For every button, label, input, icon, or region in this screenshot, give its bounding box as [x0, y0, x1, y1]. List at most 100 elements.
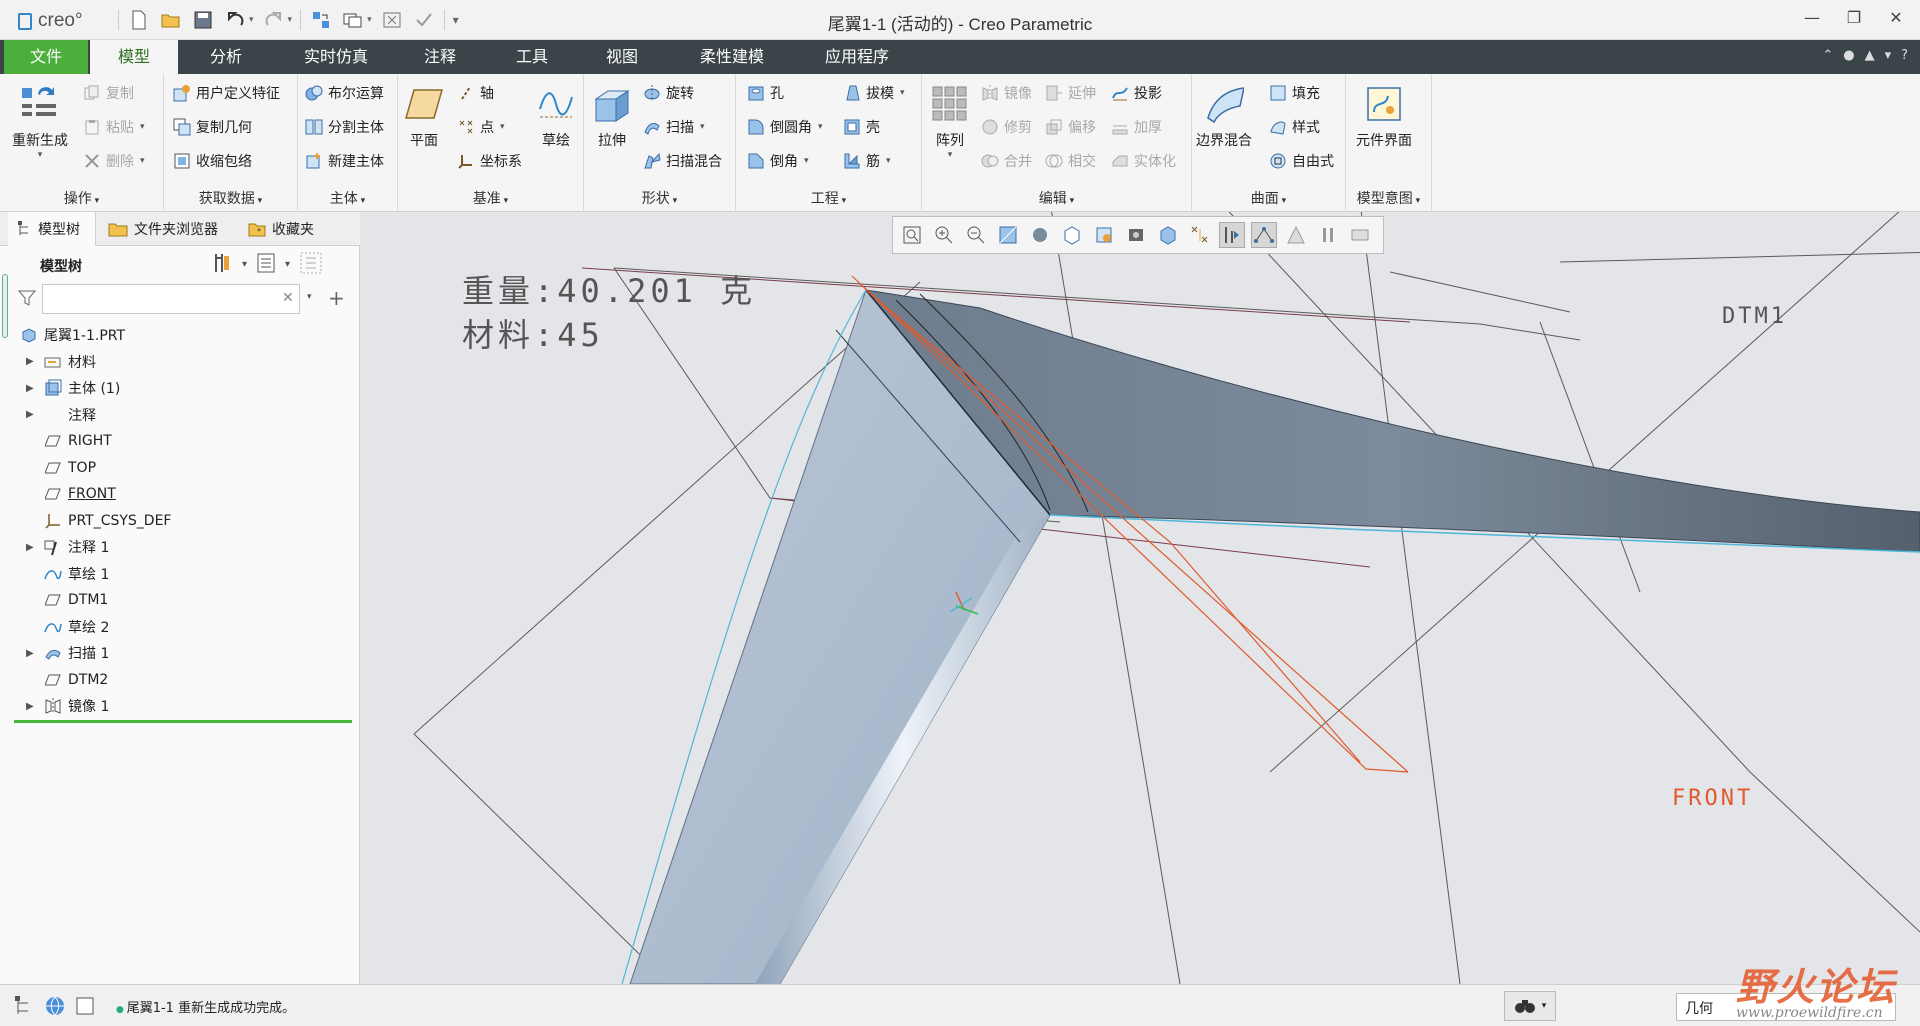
hole-button[interactable]: 孔: [746, 80, 784, 106]
saved-views-icon[interactable]: [1059, 222, 1085, 248]
shrinkwrap-button[interactable]: 收缩包络: [172, 148, 252, 174]
redo-icon[interactable]: [262, 8, 286, 32]
tab-live-simulation[interactable]: 实时仿真: [280, 40, 392, 74]
tree-node[interactable]: 尾翼1-1.PRT: [20, 322, 125, 348]
solidify-button[interactable]: 实体化: [1110, 148, 1176, 174]
regenerate-icon[interactable]: [309, 8, 333, 32]
material-annotation[interactable]: 材料:45: [462, 310, 604, 356]
draft-button[interactable]: 拔模 ▾: [842, 80, 905, 106]
datum-label-dtm1[interactable]: DTM1: [1722, 304, 1787, 329]
search-options-dropdown-icon[interactable]: ▾: [307, 292, 312, 302]
tab-applications[interactable]: 应用程序: [798, 40, 916, 74]
learning-icon[interactable]: ▲: [1865, 48, 1875, 63]
split-body-button[interactable]: 分割主体: [304, 114, 384, 140]
csys-button[interactable]: 坐标系: [456, 148, 522, 174]
group-label-operations[interactable]: 操作: [0, 188, 163, 208]
tree-columns-icon[interactable]: [300, 252, 322, 277]
tree-settings-dropdown-icon[interactable]: ▾: [242, 259, 247, 270]
find-dropdown-icon[interactable]: ▾: [1542, 1001, 1547, 1011]
view-manager-icon[interactable]: [1091, 222, 1117, 248]
spin-center-icon[interactable]: [1219, 222, 1245, 248]
weight-annotation[interactable]: 重量:40.201 克: [462, 266, 756, 312]
paste-button[interactable]: 粘贴 ▾: [82, 114, 145, 140]
tree-show-icon[interactable]: [257, 253, 275, 276]
group-label-model-intent[interactable]: 模型意图: [1346, 188, 1431, 208]
find-button[interactable]: ▾: [1504, 991, 1556, 1021]
new-icon[interactable]: [127, 8, 151, 32]
group-label-shapes[interactable]: 形状: [584, 188, 735, 208]
rib-button[interactable]: 筋 ▾: [842, 148, 891, 174]
expand-arrow-icon[interactable]: ▶: [26, 356, 38, 367]
group-label-surfaces[interactable]: 曲面: [1192, 188, 1345, 208]
tab-favorites[interactable]: * 收藏夹: [244, 212, 344, 246]
open-icon[interactable]: [159, 8, 183, 32]
tree-node[interactable]: RIGHT: [44, 428, 112, 454]
tab-model[interactable]: 模型: [90, 40, 178, 74]
component-interface-button[interactable]: 元件界面: [1356, 82, 1412, 150]
toggle-navigator-icon[interactable]: [14, 995, 36, 1021]
pane-resize-grip[interactable]: [2, 274, 8, 338]
tree-node[interactable]: ▶ 镜像 1: [26, 693, 109, 719]
tree-settings-icon[interactable]: [212, 252, 232, 277]
pattern-button[interactable]: 阵列 ▾: [930, 82, 970, 160]
collapse-ribbon-icon[interactable]: ⌃: [1822, 48, 1833, 63]
point-button[interactable]: 点 ▾: [456, 114, 505, 140]
extend-button[interactable]: 延伸: [1044, 80, 1096, 106]
tab-tools[interactable]: 工具: [490, 40, 574, 74]
refit-icon[interactable]: [899, 222, 925, 248]
customize-icon[interactable]: ▾: [453, 13, 459, 27]
copy-button[interactable]: 复制: [82, 80, 134, 106]
display-style-icon[interactable]: [1027, 222, 1053, 248]
merge-button[interactable]: 合并: [980, 148, 1032, 174]
group-label-datum[interactable]: 基准: [398, 188, 583, 208]
expand-arrow-icon[interactable]: ▶: [26, 383, 38, 394]
save-icon[interactable]: [191, 8, 215, 32]
boundary-blend-button[interactable]: 边界混合: [1196, 82, 1252, 150]
expand-arrow-icon[interactable]: ▶: [26, 701, 38, 712]
datum-display-icon[interactable]: [1187, 222, 1213, 248]
windows-dropdown-icon[interactable]: ▾: [367, 15, 372, 25]
thicken-button[interactable]: 加厚: [1110, 114, 1162, 140]
mirror-button[interactable]: 镜像: [980, 80, 1032, 106]
trim-button[interactable]: 修剪: [980, 114, 1032, 140]
annotation-display-icon[interactable]: [1251, 222, 1277, 248]
animate-icon[interactable]: [1347, 222, 1373, 248]
pause-icon[interactable]: [1315, 222, 1341, 248]
group-label-editing[interactable]: 编辑: [922, 188, 1191, 208]
group-label-engineering[interactable]: 工程: [736, 188, 921, 208]
graphics-window[interactable]: 重量:40.201 克 材料:45 DTM1 FRONT: [360, 212, 1920, 984]
group-label-get-data[interactable]: 获取数据: [164, 188, 297, 208]
help-icon[interactable]: ?: [1901, 48, 1908, 63]
udf-button[interactable]: 用户定义特征: [172, 80, 280, 106]
tab-flexible-modeling[interactable]: 柔性建模: [680, 40, 784, 74]
tab-annotate[interactable]: 注释: [398, 40, 482, 74]
tree-node[interactable]: DTM1: [44, 587, 108, 613]
tree-node[interactable]: ▶ 注释 1: [26, 534, 109, 560]
perspective-icon[interactable]: [1123, 222, 1149, 248]
clear-search-icon[interactable]: ✕: [282, 290, 294, 306]
full-screen-icon[interactable]: [74, 995, 96, 1021]
appearance-icon[interactable]: [1283, 222, 1309, 248]
round-button[interactable]: 倒圆角 ▾: [746, 114, 823, 140]
project-button[interactable]: 投影: [1110, 80, 1162, 106]
insert-here-marker[interactable]: [14, 720, 352, 723]
expand-arrow-icon[interactable]: ▶: [26, 542, 38, 553]
copy-geometry-button[interactable]: 复制几何: [172, 114, 252, 140]
minimize-button[interactable]: —: [1800, 8, 1824, 27]
tree-node[interactable]: DTM2: [44, 667, 108, 693]
plane-button[interactable]: 平面: [404, 82, 444, 150]
tree-node[interactable]: ▶ 材料: [26, 349, 96, 375]
search-help-icon[interactable]: ●: [1843, 48, 1854, 63]
redo-dropdown-icon[interactable]: ▾: [288, 15, 293, 25]
regenerate-button[interactable]: 重新生成 ▾: [12, 82, 68, 160]
tree-node[interactable]: ▶ 主体 (1): [26, 375, 120, 401]
group-label-body[interactable]: 主体: [298, 188, 397, 208]
tree-node[interactable]: 草绘 1: [44, 561, 109, 587]
offset-button[interactable]: 偏移: [1044, 114, 1096, 140]
tab-folder-browser[interactable]: 文件夹浏览器: [104, 212, 234, 246]
tab-analysis[interactable]: 分析: [182, 40, 270, 74]
repaint-icon[interactable]: [995, 222, 1021, 248]
help-dropdown-icon[interactable]: ▾: [1885, 48, 1892, 63]
tree-node[interactable]: ▶ 注释: [26, 402, 96, 428]
swept-blend-button[interactable]: 扫描混合: [642, 148, 722, 174]
